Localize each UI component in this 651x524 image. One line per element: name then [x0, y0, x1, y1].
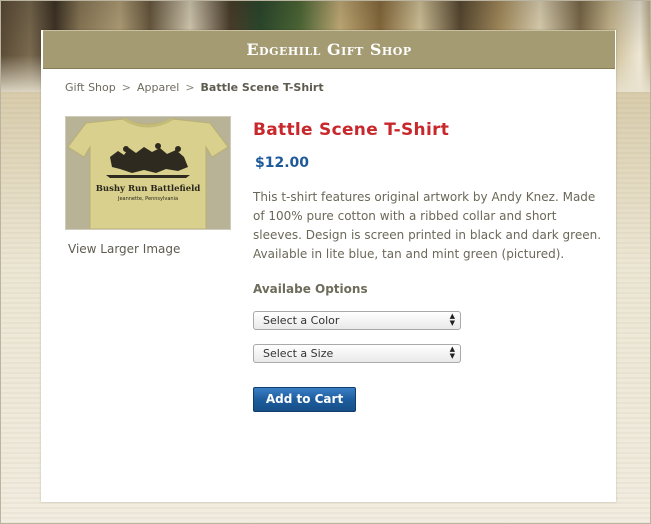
size-select[interactable]: Select a Size ▲ ▼: [253, 344, 461, 363]
product-description: This t-shirt features original artwork b…: [253, 190, 602, 261]
content-panel: [41, 30, 616, 502]
options-heading: Availabe Options: [253, 282, 368, 296]
shirt-print-line2: Jeannette, Pennsylvania: [117, 196, 178, 202]
breadcrumb-separator: >: [121, 81, 131, 94]
updown-arrows-icon: ▲ ▼: [449, 345, 455, 360]
add-to-cart-button[interactable]: Add to Cart: [253, 387, 356, 412]
breadcrumb-separator: >: [185, 81, 195, 94]
updown-arrows-icon: ▲ ▼: [449, 312, 455, 327]
shop-title: Edgehill Gift Shop: [246, 40, 412, 59]
shop-header: Edgehill Gift Shop: [43, 30, 615, 69]
view-larger-image-link[interactable]: View Larger Image: [68, 242, 180, 256]
product-price: $12.00: [255, 155, 310, 171]
product-image[interactable]: Bushy Run Battlefield Jeannette, Pennsyl…: [65, 116, 231, 230]
breadcrumb-gift-shop[interactable]: Gift Shop: [65, 81, 116, 94]
breadcrumb-apparel[interactable]: Apparel: [137, 81, 179, 94]
color-select-label: Select a Color: [263, 314, 340, 327]
breadcrumb: Gift Shop > Apparel > Battle Scene T-Shirt: [65, 81, 324, 94]
breadcrumb-current: Battle Scene T-Shirt: [200, 81, 324, 94]
shirt-print-line1: Bushy Run Battlefield: [96, 184, 201, 194]
color-select[interactable]: Select a Color ▲ ▼: [253, 311, 461, 330]
product-title: Battle Scene T-Shirt: [253, 120, 450, 140]
tshirt-photo: Bushy Run Battlefield Jeannette, Pennsyl…: [66, 117, 230, 229]
size-select-label: Select a Size: [263, 347, 334, 360]
